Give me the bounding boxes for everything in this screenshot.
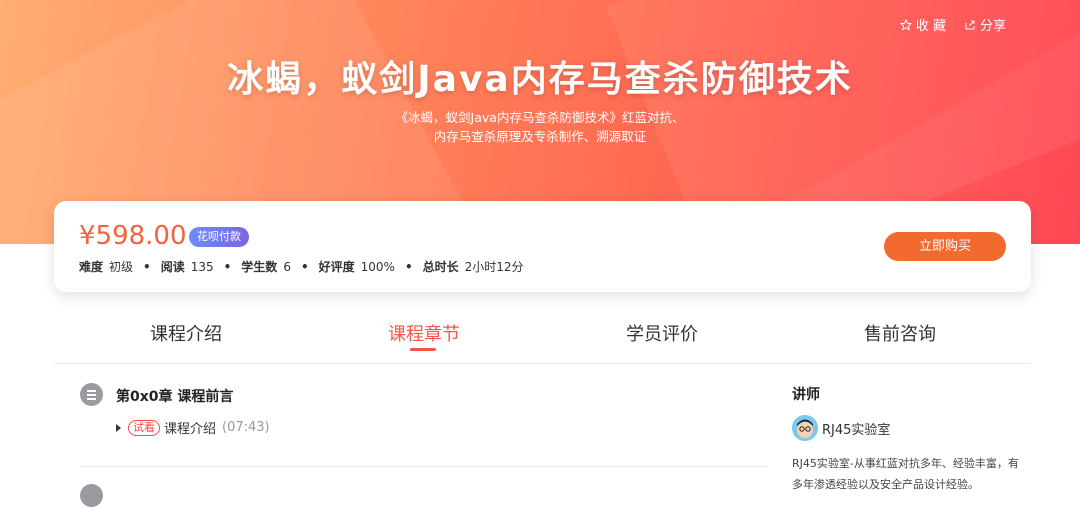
favorite-button[interactable]: 收 藏 [899, 15, 946, 34]
chapter-divider [80, 466, 768, 467]
tab-consult[interactable]: 售前咨询 [780, 320, 1020, 346]
chapter-list-icon [80, 484, 103, 507]
course-stats: 难度 初级 • 阅读 135 • 学生数 6 • 好评度 100% • 总时长 … [79, 258, 534, 275]
course-tabs: 课程介绍 课程章节 学员评价 售前咨询 [54, 312, 1031, 364]
teacher-heading: 讲师 [792, 387, 820, 403]
favorite-label: 收 藏 [915, 19, 946, 34]
teacher-description: RJ45实验室-从事红蓝对抗多年、经验丰富，有多年渗透经验以及安全产品设计经验。 [792, 457, 1019, 491]
chapter-list-icon [80, 383, 103, 406]
price: ¥598.00 [79, 221, 187, 251]
stat-key: 学生数 [241, 260, 278, 274]
stat-key: 难度 [79, 260, 104, 274]
stat-key: 好评度 [318, 260, 355, 274]
tab-intro[interactable]: 课程介绍 [66, 320, 306, 346]
stat-key: 阅读 [160, 260, 185, 274]
active-tab-indicator [410, 348, 436, 351]
lesson-title: 课程介绍 [164, 422, 217, 437]
stat-value: 135 [190, 259, 214, 274]
play-triangle-icon [116, 423, 121, 432]
tab-chapters[interactable]: 课程章节 [304, 320, 544, 346]
lesson-item[interactable]: 试看 课程介绍 (07:43) [116, 418, 270, 437]
stat-value: 2小时12分 [464, 260, 524, 274]
stat-separator: • [223, 259, 232, 274]
banner-actions: 收 藏 分享 [899, 15, 1006, 34]
chapter-title: 第0x0章 课程前言 [116, 389, 234, 405]
teacher-name[interactable]: RJ45实验室 [822, 419, 890, 438]
tab-reviews[interactable]: 学员评价 [542, 320, 782, 346]
share-label: 分享 [979, 19, 1006, 34]
star-icon [899, 18, 912, 31]
stat-separator: • [404, 259, 413, 274]
buy-now-button[interactable]: 立即购买 [884, 232, 1006, 261]
price-card: ¥598.00 花呗付款 难度 初级 • 阅读 135 • 学生数 6 • 好评… [54, 201, 1031, 292]
stat-key: 总时长 [422, 260, 459, 274]
stat-value: 初级 [109, 260, 134, 274]
huabei-badge: 花呗付款 [189, 227, 249, 247]
avatar-icon [792, 415, 818, 441]
lesson-duration: (07:43) [222, 420, 270, 435]
share-icon [965, 20, 975, 29]
stat-value: 100% [360, 259, 395, 274]
stat-value: 6 [283, 259, 291, 274]
stat-separator: • [300, 259, 309, 274]
course-subtitle: 《冰蝎，蚁剑Java内存马查杀防御技术》红蓝对抗、内存马查杀原理及专杀制作、溯源… [395, 110, 685, 144]
share-button[interactable]: 分享 [964, 15, 1006, 34]
trial-tag: 试看 [128, 419, 160, 436]
stat-separator: • [143, 259, 151, 274]
course-title: 冰蝎，蚁剑Java内存马查杀防御技术 [227, 59, 853, 100]
teacher-avatar [792, 415, 818, 441]
